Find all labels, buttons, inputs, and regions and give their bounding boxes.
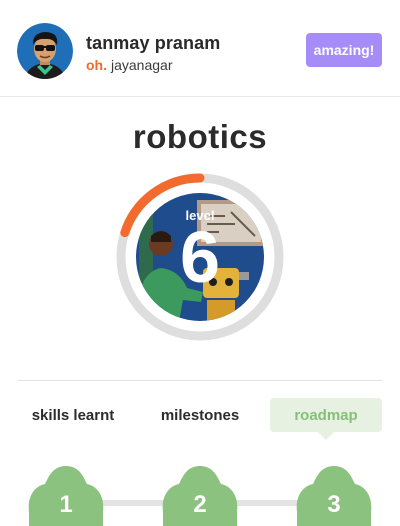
tab-milestones[interactable]: milestones: [148, 398, 252, 432]
tab-skills-learnt[interactable]: skills learnt: [18, 398, 128, 432]
user-name: tanmay pranam: [86, 33, 221, 53]
level-progress-ring: level 6: [115, 172, 285, 342]
roadmap-step-2[interactable]: 2: [161, 466, 239, 526]
step-number: 3: [327, 491, 341, 518]
location-prefix: oh.: [86, 57, 107, 73]
roadmap-step-1[interactable]: 1: [27, 466, 105, 526]
avatar-cartoon-icon: [17, 23, 73, 79]
tab-roadmap[interactable]: roadmap: [270, 398, 382, 432]
roadmap-step-3[interactable]: 3: [295, 466, 373, 526]
amazing-badge-button[interactable]: amazing!: [306, 33, 382, 67]
course-title: robotics: [132, 118, 268, 155]
section-divider: [18, 380, 382, 381]
active-tab-pointer: [318, 432, 334, 440]
profile-page: tanmay pranam oh. jayanagar amazing! robo…: [0, 0, 400, 526]
avatar[interactable]: [17, 23, 73, 79]
location-text: jayanagar: [111, 57, 173, 73]
location-row: oh. jayanagar: [86, 57, 173, 73]
step-number: 2: [193, 491, 207, 518]
level-number: 6: [179, 218, 221, 298]
profile-header: tanmay pranam oh. jayanagar amazing!: [0, 0, 400, 97]
step-number: 1: [59, 491, 73, 518]
